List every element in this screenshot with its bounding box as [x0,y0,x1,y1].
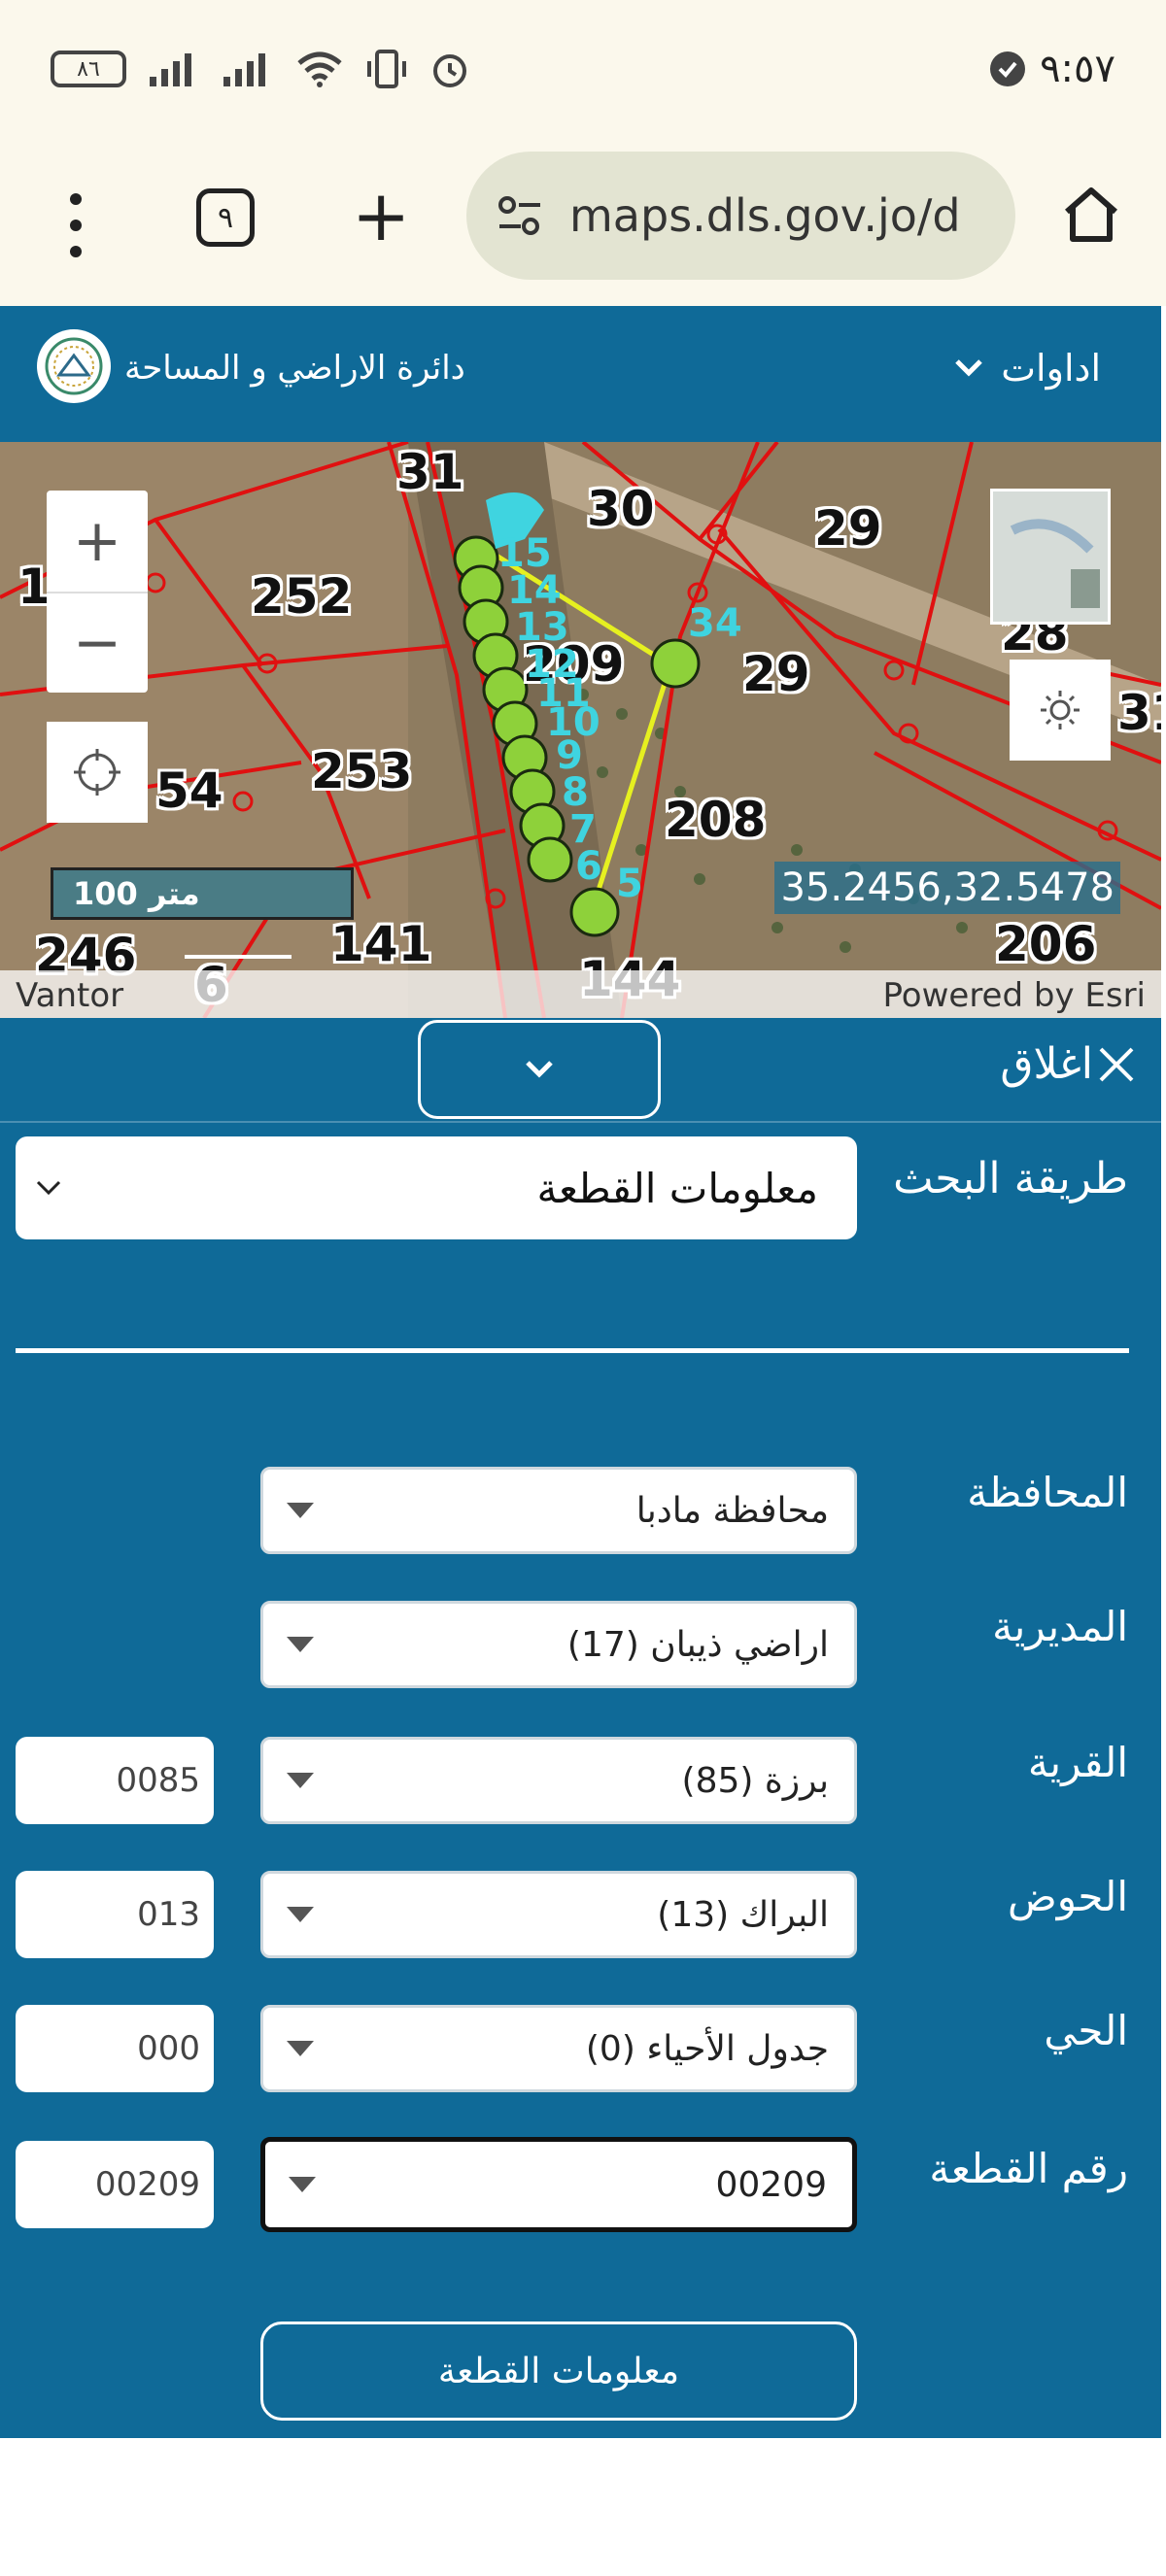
zoom-in-button[interactable]: + [47,491,148,592]
browser-menu-icon[interactable] [58,186,93,264]
neighborhood-value: جدول الأحياء (0) [585,2028,829,2069]
dropdown-arrow-icon [287,1907,314,1922]
parcel-label: 208 [665,792,767,848]
parcel-info-button[interactable]: معلومات القطعة [260,2322,857,2421]
locate-button[interactable] [47,722,148,823]
parcel-label: 30 [587,481,655,537]
crosshair-icon [74,749,120,796]
chevron-down-icon [36,1180,61,1196]
parcel-label: 31 [396,444,464,500]
vertex-label: 34 [688,601,742,646]
basin-label: الحوض [1007,1873,1128,1920]
divider [0,1121,1161,1123]
wifi-icon [297,51,342,87]
tab-count: ٩ [217,200,234,235]
close-label: اغلاق [1000,1039,1093,1089]
home-icon[interactable] [1059,183,1123,251]
department-name: دائرة الاراضي و المساحة [124,349,465,388]
parcel-label: 29 [814,500,882,557]
url-text: maps.dls.gov.jo/d [569,189,961,242]
page-bottom [0,2438,1166,2576]
browser-toolbar: ٩ + maps.dls.gov.jo/d [0,146,1166,306]
sun-icon [1041,691,1080,729]
tools-label: اداوات [1001,347,1101,390]
parcel-label: 54 [155,763,223,819]
status-icons: ٨٦ [51,49,470,89]
dropdown-arrow-icon [287,1637,314,1652]
dropdown-arrow-icon [287,1773,314,1788]
attribution-right[interactable]: Powered by Esri [883,976,1147,1015]
basin-value: البراك (13) [657,1894,829,1935]
new-tab-icon[interactable]: + [352,177,410,254]
clock: ٩:٥٧ [1040,47,1115,91]
dropdown-arrow-icon [287,1503,314,1518]
tools-menu[interactable]: اداوات [954,347,1101,390]
site-settings-icon[interactable] [496,193,544,238]
parcel-label: 29 [742,646,810,702]
basemap-thumbnail-icon [993,491,1108,622]
vibrate-icon [367,50,406,88]
map-attribution: Vantor Powered by Esri [0,970,1161,1018]
vertex-label: 5 [616,862,643,906]
basin-select[interactable]: البراك (13) [260,1871,857,1958]
village-value: برزة (85) [681,1760,829,1801]
parcel-number-value: 00209 [715,2164,827,2205]
dropdown-arrow-icon [287,2041,314,2056]
close-button[interactable]: اغلاق [1000,1039,1136,1089]
chevron-down-icon [955,359,983,377]
search-panel: اغلاق طريقة البحث معلومات القطعة المحافظ… [0,1018,1161,2438]
address-bar[interactable]: maps.dls.gov.jo/d [466,152,1015,280]
parcel-label: 252 [251,568,353,625]
divider [16,1348,1129,1353]
neighborhood-label: الحي [1044,2007,1128,2054]
dls-logo-icon [37,329,111,403]
search-method-select[interactable]: معلومات القطعة [16,1136,857,1239]
zoom-control: + − [47,491,148,693]
neighborhood-code-input[interactable]: 000 [16,2005,214,2092]
parcel-number-select[interactable]: 00209 [260,2137,857,2232]
app-header: دائرة الاراضي و المساحة اداوات [0,306,1161,442]
chevron-down-icon [526,1061,553,1078]
parcel-label: 31 [1117,685,1161,741]
search-method-value: معلومات القطعة [536,1164,819,1212]
basin-code-input[interactable]: 013 [16,1871,214,1958]
directorate-value: اراضي ذيبان (17) [566,1624,829,1665]
map-view[interactable]: 31 30 29 29 252 253 209 208 28 206 141 1… [0,442,1161,1018]
parcel-label: 253 [311,743,413,799]
parcel-number-code-input[interactable]: 00209 [16,2141,214,2228]
governorate-value: محافظة مادبا [635,1490,829,1531]
collapse-panel-button[interactable] [418,1020,661,1119]
signal-icon [150,53,191,86]
parcel-label: 206 [995,916,1097,972]
attribution-left: Vantor [16,976,124,1015]
search-method-label: طريقة البحث [893,1154,1128,1203]
zoom-out-button[interactable]: − [47,592,148,693]
village-code-input[interactable]: 0085 [16,1737,214,1824]
dropdown-arrow-icon [289,2177,316,2192]
brightness-button[interactable] [1010,660,1111,761]
parcel-number-label: رقم القطعة [929,2145,1128,2192]
coordinates-readout: 35.2456,32.5478 [774,862,1120,914]
battery-level: ٨٦ [77,56,100,82]
close-icon [1099,1047,1134,1081]
vertex-label: 6 [575,844,602,889]
signal-icon-2 [223,53,265,86]
basemap-toggle[interactable] [990,489,1111,625]
village-select[interactable]: برزة (85) [260,1737,857,1824]
app-notification-icon [990,51,1026,86]
parcel-label: 141 [330,916,432,972]
village-label: القرية [1027,1739,1128,1786]
governorate-select[interactable]: محافظة مادبا [260,1467,857,1554]
neighborhood-select[interactable]: جدول الأحياء (0) [260,2005,857,2092]
scale-bar: 100 متر [51,867,354,920]
battery-icon: ٨٦ [51,51,126,87]
status-time-area: ٩:٥٧ [987,47,1115,91]
directorate-label: المديرية [992,1603,1128,1650]
status-bar: ٨٦ ٩:٥٧ [0,0,1166,146]
governorate-label: المحافظة [967,1469,1128,1516]
tabs-button[interactable]: ٩ [196,188,255,247]
alarm-icon [433,54,466,87]
directorate-select[interactable]: اراضي ذيبان (17) [260,1601,857,1688]
